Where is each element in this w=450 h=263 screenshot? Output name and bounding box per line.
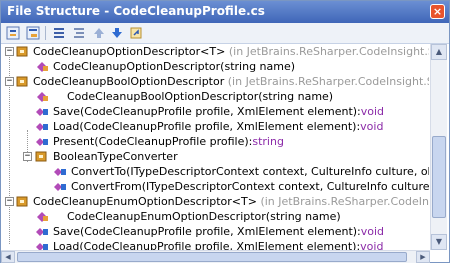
goto-icon [130, 27, 142, 39]
method-icon [54, 183, 66, 191]
method-icon [36, 138, 48, 146]
tree-item-label: CodeCleanupBoolOptionDescriptor(string n… [67, 90, 334, 103]
method-icon [36, 108, 48, 116]
class-icon [35, 151, 47, 162]
tree-row-class[interactable]: − CodeCleanupOptionDescriptor<T> (in Jet… [1, 44, 429, 59]
arrow-up-icon [94, 28, 104, 38]
tree-item-label: Load(CodeCleanupProfile profile, XmlElem… [53, 240, 361, 250]
return-type: string [252, 135, 284, 148]
tree-item-label: BooleanTypeConverter [53, 150, 178, 163]
horizontal-scrollbar[interactable]: ◀ ▶ [1, 250, 430, 263]
scroll-right-button[interactable]: ▶ [416, 251, 430, 263]
tree-item-label: CodeCleanupBoolOptionDescriptor [33, 75, 225, 88]
tree-item-label: Present(CodeCleanupProfile profile): [53, 135, 253, 148]
scroll-left-button[interactable]: ◀ [1, 251, 15, 263]
constructor-icon [37, 212, 48, 222]
collapse-toggle[interactable]: − [5, 47, 14, 56]
return-type: void [360, 240, 384, 250]
sort-group-icon [74, 28, 84, 38]
namespace-label: (in JetBrains.ReSharper.CodeInsight.Serv… [227, 75, 429, 88]
method-icon [36, 123, 48, 131]
sort-alpha-icon [54, 28, 64, 38]
collapse-toggle[interactable]: − [5, 197, 14, 206]
collapse-all-icon [26, 26, 40, 40]
return-type: void [360, 105, 385, 118]
tree-row-method[interactable]: ConvertFrom(ITypeDescriptorContext conte… [1, 179, 429, 194]
tree-row-method[interactable]: Load(CodeCleanupProfile profile, XmlElem… [1, 119, 429, 134]
move-up-button[interactable] [91, 25, 107, 41]
tree-row-constructor[interactable]: CodeCleanupOptionDescriptor(string name) [1, 59, 429, 74]
goto-button[interactable] [128, 25, 144, 41]
title-bar[interactable]: File Structure - CodeCleanupProfile.cs × [1, 1, 449, 23]
window-title: File Structure - CodeCleanupProfile.cs [7, 4, 265, 18]
tree-item-label: Save(CodeCleanupProfile profile, XmlElem… [53, 225, 361, 238]
class-icon [16, 196, 28, 207]
return-type: void [360, 120, 384, 133]
move-down-button[interactable] [109, 25, 125, 41]
sort-alpha-button[interactable] [51, 25, 67, 41]
tree-row-constructor[interactable]: CodeCleanupBoolOptionDescriptor(string n… [1, 89, 429, 104]
tree-row-method[interactable]: Load(CodeCleanupProfile profile, XmlElem… [1, 239, 429, 250]
return-type: void [360, 225, 385, 238]
method-icon [36, 228, 48, 236]
arrow-down-icon [112, 28, 122, 38]
tree-row-class[interactable]: − CodeCleanupEnumOptionDescriptor<T> (in… [1, 194, 429, 209]
expand-all-button[interactable] [5, 25, 21, 41]
tree-item-label: ConvertTo(ITypeDescriptorContext context… [71, 165, 429, 178]
vertical-scrollbar[interactable]: ▲ ▼ [430, 44, 447, 250]
scroll-down-button[interactable]: ▼ [431, 234, 447, 250]
tree-row-method[interactable]: Present(CodeCleanupProfile profile):stri… [1, 134, 429, 149]
expand-all-icon [6, 26, 20, 40]
structure-tree: − CodeCleanupOptionDescriptor<T> (in Jet… [1, 44, 429, 250]
scroll-up-button[interactable]: ▲ [431, 44, 447, 60]
toolbar [1, 23, 449, 44]
tree-item-label: CodeCleanupOptionDescriptor(string name) [53, 60, 296, 73]
collapse-all-button[interactable] [25, 25, 41, 41]
hscroll-thumb[interactable] [17, 252, 407, 262]
tree-item-label: ConvertFrom(ITypeDescriptorContext conte… [71, 180, 429, 193]
class-icon [16, 76, 28, 87]
tree-row-constructor[interactable]: CodeCleanupEnumOptionDescriptor(string n… [1, 209, 429, 224]
namespace-label: (in JetBrains.ReSharper.CodeInsight.Serv… [228, 45, 429, 58]
sort-group-button[interactable] [71, 25, 87, 41]
file-structure-window: File Structure - CodeCleanupProfile.cs × [0, 0, 450, 263]
tree-item-label: Load(CodeCleanupProfile profile, XmlElem… [53, 120, 361, 133]
tree-row-method[interactable]: Save(CodeCleanupProfile profile, XmlElem… [1, 224, 429, 239]
tree-row-method[interactable]: Save(CodeCleanupProfile profile, XmlElem… [1, 104, 429, 119]
tree-item-label: Save(CodeCleanupProfile profile, XmlElem… [53, 105, 361, 118]
tree-item-label: CodeCleanupOptionDescriptor<T> [33, 45, 226, 58]
toolbar-separator [45, 26, 46, 40]
tree-row-nested-class[interactable]: − BooleanTypeConverter [1, 149, 429, 164]
tree-row-class[interactable]: − CodeCleanupBoolOptionDescriptor (in Je… [1, 74, 429, 89]
collapse-toggle[interactable]: − [23, 152, 32, 161]
tree-item-label: CodeCleanupEnumOptionDescriptor(string n… [67, 210, 341, 223]
constructor-icon [37, 92, 48, 102]
constructor-icon [37, 62, 48, 72]
tree-row-method[interactable]: ConvertTo(ITypeDescriptorContext context… [1, 164, 429, 179]
collapse-toggle[interactable]: − [5, 77, 14, 86]
close-button[interactable]: × [430, 4, 445, 19]
class-icon [16, 46, 28, 57]
tree-item-label: CodeCleanupEnumOptionDescriptor<T> [33, 195, 257, 208]
namespace-label: (in JetBrains.ReSharper.CodeInsight.Serv… [260, 195, 429, 208]
scroll-thumb[interactable] [432, 136, 446, 218]
method-icon [54, 168, 66, 176]
method-icon [36, 243, 48, 250]
